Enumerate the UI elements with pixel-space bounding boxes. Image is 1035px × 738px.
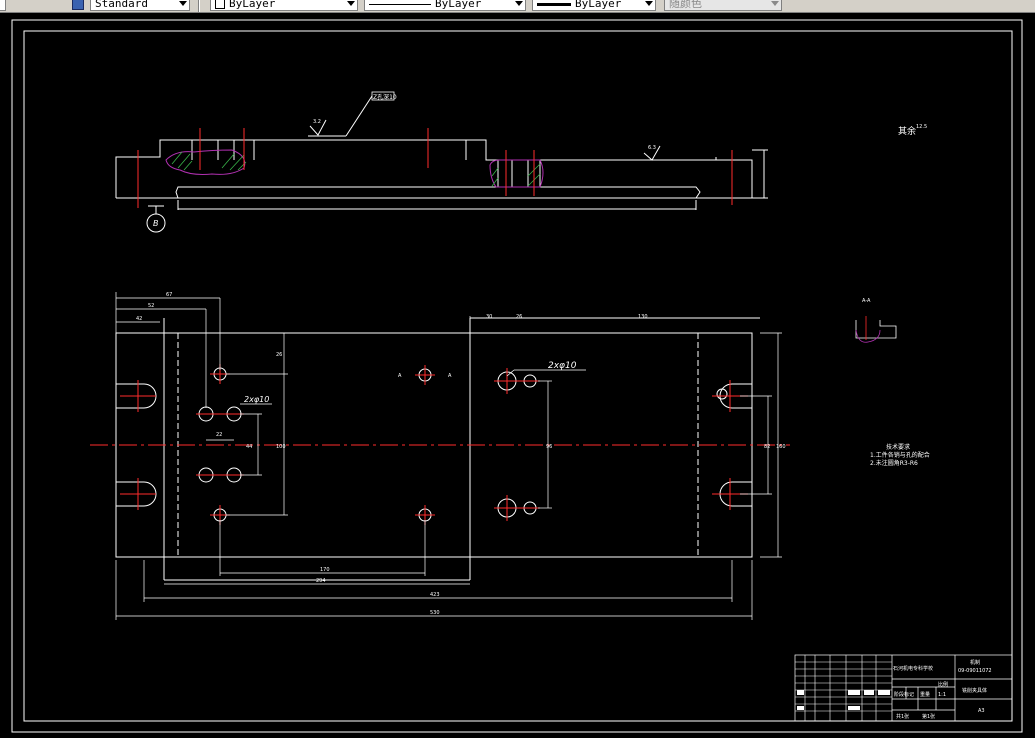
sheet-inner-border: [23, 30, 1013, 722]
svg-text:22: 22: [216, 432, 222, 438]
hole-note-right: 2xφ10: [548, 361, 577, 371]
plan-view: [115, 317, 760, 581]
section-letter-left: A: [398, 373, 402, 379]
title-block-stage-label: 阶段标记: [894, 691, 914, 698]
svg-text:26: 26: [276, 352, 282, 358]
plan-view-dim-text: 67 52 42 170 294 423 530 160 82 26 100 44 22 96 3…: [136, 292, 786, 616]
tech-requirement-2: 2.未注圆角R3-R6: [870, 459, 918, 467]
title-block-part-name: 铣削夹具体: [962, 687, 987, 694]
section-letter-right: A: [448, 373, 452, 379]
svg-text:26: 26: [516, 314, 522, 320]
other-roughness-value: 12.5: [916, 124, 927, 130]
svg-text:96: 96: [546, 444, 552, 450]
color-swatch-icon: [215, 0, 225, 9]
chevron-down-icon: [771, 1, 779, 6]
cad-drawing-canvas[interactable]: 67 52 42 170 294 423 530 160 82 26 100 44 22 96 3…: [0, 13, 1035, 738]
svg-text:160: 160: [776, 444, 786, 450]
title-block-left-grid: [795, 655, 892, 721]
svg-text:30: 30: [486, 314, 492, 320]
chevron-down-icon: [179, 1, 187, 6]
chevron-down-icon: [347, 1, 355, 6]
lineweight-value: ByLayer: [575, 0, 622, 10]
section-aa-label: A-A: [862, 298, 871, 304]
chevron-down-icon: [515, 1, 523, 6]
title-block-scale-label: 比例: [938, 681, 948, 688]
text-style-value: Standard: [95, 0, 148, 10]
title-block-sheet-total: 共1张: [896, 713, 909, 720]
linetype-dropdown[interactable]: ByLayer: [364, 0, 526, 11]
title-block-paper-size: A3: [978, 708, 985, 714]
text-style-icon[interactable]: [72, 0, 84, 10]
color-dropdown[interactable]: ByLayer: [210, 0, 358, 11]
svg-text:423: 423: [430, 592, 440, 598]
previous-dropdown-stub[interactable]: [0, 0, 6, 11]
title-block-drawing-label: 机制: [970, 659, 980, 666]
svg-text:82: 82: [764, 444, 770, 450]
linetype-preview-icon: [369, 3, 431, 5]
front-view-hatching: [171, 151, 541, 187]
lineweight-preview-icon: [537, 2, 571, 6]
text-style-dropdown[interactable]: Standard: [90, 0, 190, 11]
svg-text:44: 44: [246, 444, 252, 450]
title-block-weight-label: 重量: [920, 691, 930, 698]
plan-view-dimensions: [115, 292, 782, 620]
chamfer-note: Z孔深10: [373, 93, 397, 101]
svg-text:294: 294: [316, 578, 326, 584]
svg-text:67: 67: [166, 292, 172, 298]
svg-text:170: 170: [320, 567, 330, 573]
plot-style-dropdown[interactable]: 随颜色: [664, 0, 782, 11]
title-block-school: 石河机电专科学校: [893, 665, 933, 672]
tech-requirement-1: 1.工件各销与孔的配合: [870, 451, 930, 459]
plan-view-centerlines: [90, 364, 790, 525]
datum-letter-b: B: [153, 219, 159, 228]
title-block-scale: 1:1: [938, 692, 946, 698]
svg-text:130: 130: [638, 314, 648, 320]
lineweight-dropdown[interactable]: ByLayer: [532, 0, 656, 11]
section-aa-view: [855, 316, 897, 343]
tech-requirements-title: 技术要求: [886, 443, 910, 451]
svg-text:530: 530: [430, 610, 440, 616]
svg-text:100: 100: [276, 444, 286, 450]
properties-toolbar: Standard ByLayer ByLayer ByLayer 随颜色: [0, 0, 1035, 13]
roughness-value-mid: 6.3: [648, 145, 656, 151]
linetype-value: ByLayer: [435, 0, 482, 10]
color-value: ByLayer: [229, 0, 276, 10]
plot-style-value: 随颜色: [669, 0, 702, 10]
toolbar-separator: [198, 0, 200, 12]
front-view: [115, 91, 768, 233]
other-roughness-label: 其余: [898, 125, 916, 137]
chevron-down-icon: [645, 1, 653, 6]
svg-text:42: 42: [136, 316, 142, 322]
hole-note-left: 2xφ10: [244, 395, 269, 404]
svg-text:52: 52: [148, 303, 154, 309]
roughness-value-top: 3.2: [313, 119, 321, 125]
title-block-sheet-no: 第1张: [922, 713, 935, 720]
title-block-drawing-no: 09-09011072: [958, 668, 992, 674]
